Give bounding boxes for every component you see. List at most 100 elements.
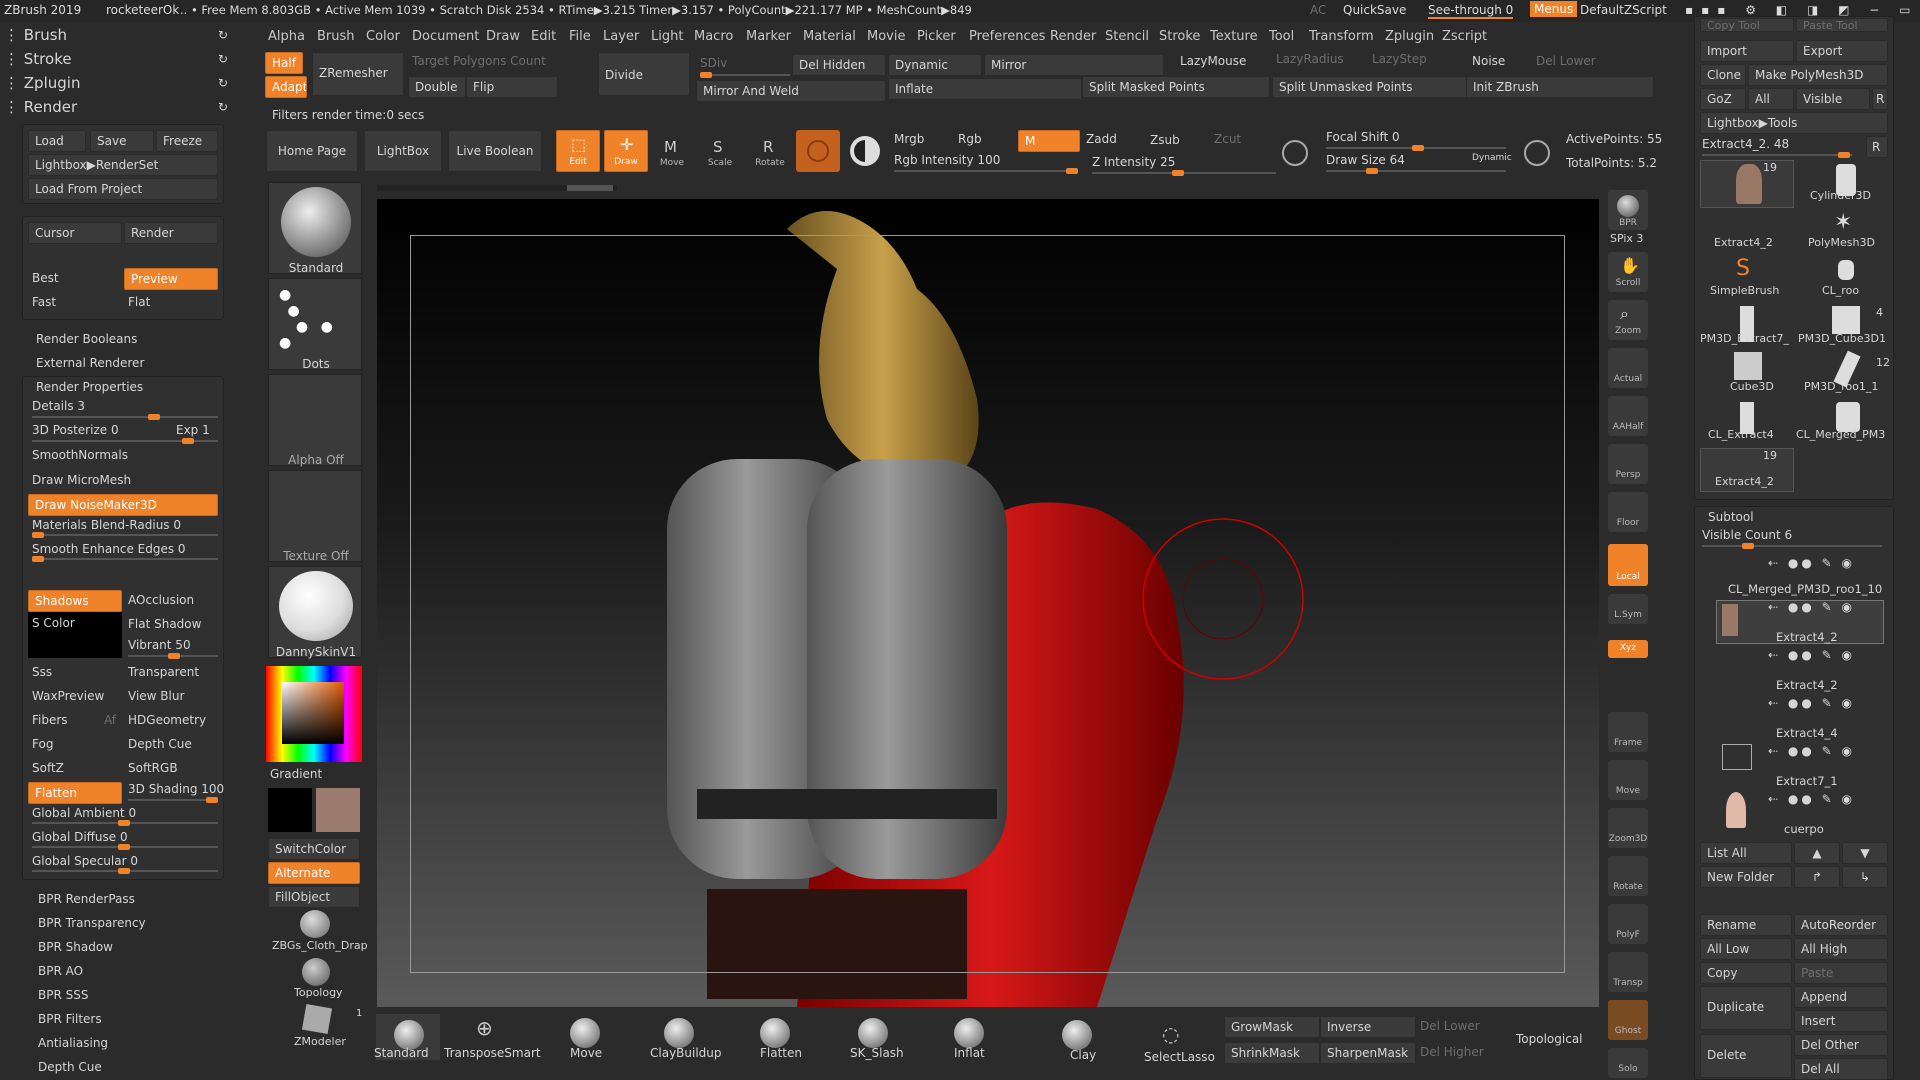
del-higher-bottom-button[interactable]: Del Higher xyxy=(1420,1045,1484,1059)
persp-button[interactable]: Persp xyxy=(1608,444,1648,484)
del-lower-bottom-button[interactable]: Del Lower xyxy=(1420,1019,1480,1033)
live-boolean-button[interactable]: Live Boolean xyxy=(448,130,542,172)
waxpreview-button[interactable]: WaxPreview xyxy=(32,689,104,703)
floor-button[interactable]: Floor xyxy=(1608,492,1648,532)
softrgb-button[interactable]: SoftRGB xyxy=(128,761,178,775)
focal-shift-icon[interactable] xyxy=(1282,140,1308,166)
tool-name[interactable]: CL_roo xyxy=(1822,284,1859,297)
see-through-slider[interactable]: See-through 0 xyxy=(1428,3,1514,19)
zcut-button[interactable]: Zcut xyxy=(1214,132,1241,146)
duplicate-button[interactable]: Duplicate xyxy=(1700,986,1792,1030)
depth-cue-header[interactable]: Depth Cue xyxy=(38,1060,102,1074)
stroke-palette-header[interactable]: ⋮ Stroke xyxy=(4,50,72,68)
paste-subtool-button[interactable]: Paste xyxy=(1794,962,1888,984)
zsub-button[interactable]: Zsub xyxy=(1150,133,1180,147)
export-button[interactable]: Export xyxy=(1796,40,1888,62)
copy-tool-button[interactable]: Copy Tool xyxy=(1700,18,1794,32)
hdgeometry-button[interactable]: HDGeometry xyxy=(128,713,206,727)
visible-button[interactable]: Visible xyxy=(1796,88,1870,110)
half-button[interactable]: Half xyxy=(265,52,303,74)
move-view-button[interactable]: Move xyxy=(1608,760,1648,800)
inverse-button[interactable]: Inverse xyxy=(1320,1016,1416,1038)
lazymouse-button[interactable]: LazyMouse xyxy=(1180,54,1246,68)
menu-movie[interactable]: Movie xyxy=(867,29,905,44)
frame-button[interactable]: Frame xyxy=(1608,712,1648,752)
polyf-button[interactable]: PolyF xyxy=(1608,904,1648,944)
home-page-button[interactable]: Home Page xyxy=(266,130,358,172)
menu-preferences[interactable]: Preferences xyxy=(969,29,1045,44)
zmodeler-brush-icon[interactable] xyxy=(301,1003,333,1035)
visible-count-slider[interactable]: Visible Count 6 xyxy=(1702,528,1792,542)
bpr-renderpass-header[interactable]: BPR RenderPass xyxy=(38,892,135,906)
tool-name[interactable]: Cylinder3D xyxy=(1810,189,1871,202)
render-button[interactable]: Render xyxy=(124,222,218,244)
flip-button[interactable]: Flip xyxy=(466,76,558,98)
folder-move-button[interactable]: ↳ xyxy=(1842,866,1888,888)
flat-button[interactable]: Flat xyxy=(128,295,150,309)
subtool-header[interactable]: Subtool xyxy=(1708,510,1754,524)
menu-color[interactable]: Color xyxy=(366,29,400,44)
menu-picker[interactable]: Picker xyxy=(917,29,956,44)
horizontal-scroll-track[interactable] xyxy=(377,185,617,191)
cloth-brush-label[interactable]: ZBGs_Cloth_Drap xyxy=(272,939,368,952)
window-icons[interactable]: ▪▪▪ ⚙ ◧ ◨ ◩ − ▭ ✕ xyxy=(1685,3,1920,17)
alpha-thumbnail[interactable]: Alpha Off xyxy=(268,374,362,467)
edit-button[interactable]: ⬚ Edit xyxy=(556,130,600,172)
fog-button[interactable]: Fog xyxy=(32,737,53,751)
bpr-ao-header[interactable]: BPR AO xyxy=(38,964,83,978)
bottom-brush-claybuildup[interactable]: ClayBuildup xyxy=(650,1046,722,1060)
menus-toggle[interactable]: Menus xyxy=(1530,1,1578,17)
menu-light[interactable]: Light xyxy=(651,29,683,44)
ac-label[interactable]: AC xyxy=(1310,3,1326,17)
flat-shadow-button[interactable]: Flat Shadow xyxy=(128,617,201,631)
move-button[interactable]: Move xyxy=(650,158,694,168)
r-tool-button[interactable]: R xyxy=(1866,136,1888,158)
load-button[interactable]: Load xyxy=(28,130,86,152)
bpr-sss-header[interactable]: BPR SSS xyxy=(38,988,88,1002)
subtool-item[interactable]: Extract4_2 xyxy=(1776,630,1838,644)
mirror-button[interactable]: Mirror xyxy=(984,54,1164,76)
tool-name[interactable]: Extract4_2 xyxy=(1714,236,1773,249)
refresh-icon[interactable]: ↻ xyxy=(218,76,228,90)
bottom-brush-inflat[interactable]: Inflat xyxy=(954,1046,985,1060)
flatten-button[interactable]: Flatten xyxy=(28,782,122,804)
tool-name[interactable]: PM3D_Cube3D1 xyxy=(1798,332,1888,345)
lightbox-tools-button[interactable]: Lightbox▶Tools xyxy=(1700,112,1888,134)
target-polygons-slider[interactable]: Target Polygons Count xyxy=(412,54,546,68)
del-hidden-button[interactable]: Del Hidden xyxy=(792,54,886,76)
tool-name[interactable]: CL_Extract4 xyxy=(1708,428,1774,441)
menu-tool[interactable]: Tool xyxy=(1269,29,1294,44)
delete-button[interactable]: Delete xyxy=(1700,1034,1792,1078)
tool-name[interactable]: PM3D_roo1_1 xyxy=(1804,380,1878,393)
draw-button[interactable]: ✛ Draw xyxy=(604,130,648,172)
tool-slot-extract4-2-bottom[interactable]: 19 Extract4_2 xyxy=(1700,448,1794,492)
menu-alpha[interactable]: Alpha xyxy=(268,29,305,44)
dynamic-button[interactable]: Dynamic xyxy=(888,54,982,76)
softz-button[interactable]: SoftZ xyxy=(32,761,64,775)
new-folder-button[interactable]: New Folder xyxy=(1700,866,1792,888)
aahalf-button[interactable]: AAHalf xyxy=(1608,396,1648,436)
tool-name[interactable]: SimpleBrush xyxy=(1710,284,1779,297)
growmask-button[interactable]: GrowMask xyxy=(1224,1016,1320,1038)
color-square[interactable] xyxy=(282,682,344,744)
subtool-item[interactable]: Extract7_1 xyxy=(1776,774,1838,788)
cursor-button[interactable]: Cursor xyxy=(28,222,122,244)
brush-alpha-icon[interactable] xyxy=(850,136,880,166)
divide-button[interactable]: Divide xyxy=(598,52,690,96)
draw-noisemaker3d-button[interactable]: Draw NoiseMaker3D xyxy=(28,494,218,516)
bottom-brush-standard[interactable]: Standard xyxy=(374,1046,429,1060)
import-button[interactable]: Import xyxy=(1700,40,1794,62)
sharpenmask-button[interactable]: SharpenMask xyxy=(1320,1042,1416,1064)
alternate-button[interactable]: Alternate xyxy=(268,862,360,884)
draw-size-slider[interactable]: Draw Size 64 xyxy=(1326,153,1405,167)
aocclusion-button[interactable]: AOcclusion xyxy=(128,593,194,607)
tool-name[interactable]: Cube3D xyxy=(1730,380,1774,393)
brush-palette-header[interactable]: ⋮ Brush xyxy=(4,26,67,44)
menu-brush[interactable]: Brush xyxy=(317,29,355,44)
m-button[interactable]: M xyxy=(1018,130,1080,152)
preview-button[interactable]: Preview xyxy=(124,268,218,290)
del-all-button[interactable]: Del All xyxy=(1794,1058,1888,1080)
zremesher-button[interactable]: ZRemesher xyxy=(312,52,404,96)
bottom-brush-transposesmart[interactable]: TransposeSmart xyxy=(444,1046,541,1060)
menu-edit[interactable]: Edit xyxy=(531,29,556,44)
